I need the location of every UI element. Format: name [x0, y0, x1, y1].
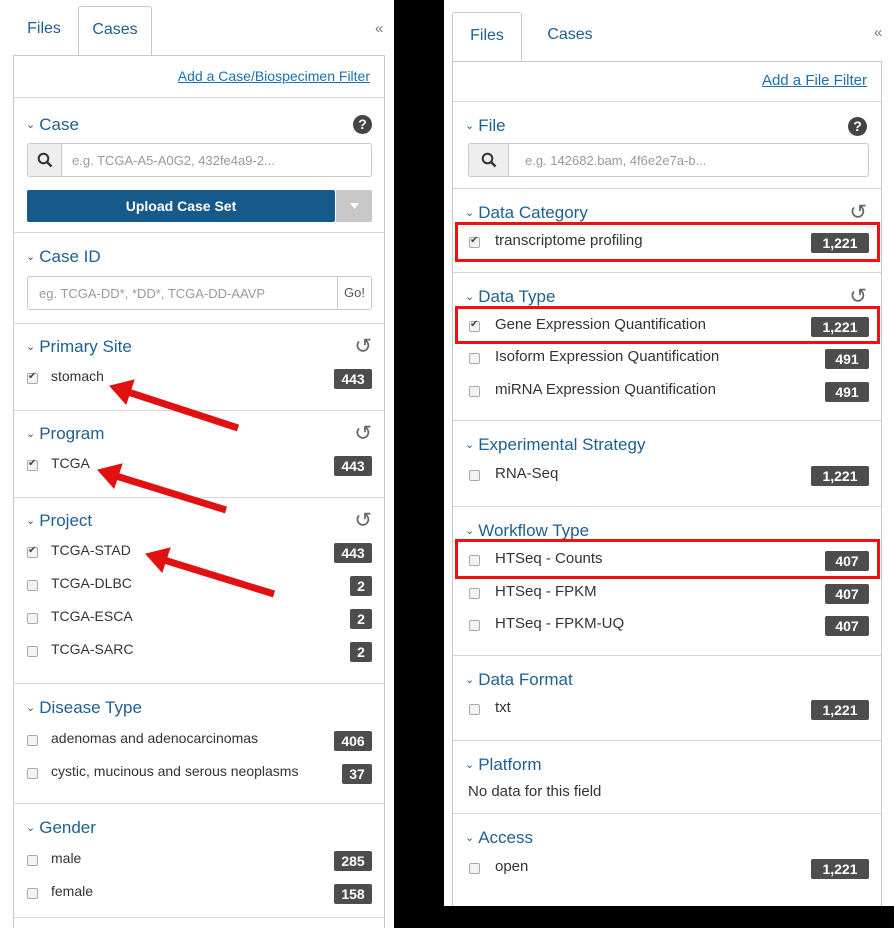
- filter-list: Add a File Filter ⌄ File ? e.g. 142682.ba…: [452, 61, 882, 906]
- checkbox[interactable]: [469, 620, 480, 631]
- list-item[interactable]: RNA-Seq 1,221: [453, 465, 881, 487]
- data-category-section: ⌄Data Category ↺ transcriptome profiling…: [453, 188, 881, 272]
- workflow-type-section: ⌄ Workflow Type HTSeq - Counts 407 HTSeq …: [453, 506, 881, 655]
- checkbox[interactable]: [469, 386, 480, 397]
- list-item[interactable]: HTSeq - FPKM 407: [453, 583, 881, 605]
- checkbox[interactable]: [469, 863, 480, 874]
- count-badge: 491: [825, 349, 869, 369]
- file-section: ⌄ File ? e.g. 142682.bam, 4f6e2e7a-b...: [453, 101, 881, 188]
- count-badge: 407: [825, 551, 869, 571]
- count-badge: 1,221: [811, 233, 869, 253]
- right-filter-panel: Files Cases « Add a File Filter ⌄ File ? …: [444, 0, 894, 928]
- section-toggle-access[interactable]: ⌄ Access: [465, 828, 533, 848]
- section-toggle-data-category[interactable]: ⌄ Data Category: [465, 203, 588, 223]
- count-badge: 1,221: [811, 700, 869, 720]
- list-item[interactable]: txt 1,221: [453, 699, 881, 721]
- left-filter-panel: Files Cases « Add a Case/Biospecimen Fil…: [0, 0, 394, 928]
- experimental-strategy-section: ⌄ Experimental Strategy RNA-Seq 1,221: [453, 420, 881, 506]
- facet-label: Isoform Expression Quantification: [495, 348, 720, 365]
- divider-gap: [394, 0, 444, 928]
- checkbox[interactable]: [469, 319, 480, 332]
- section-toggle-data-format[interactable]: ⌄ Data Format: [465, 670, 573, 690]
- checkbox[interactable]: [469, 555, 480, 566]
- help-icon[interactable]: ?: [848, 117, 867, 136]
- facet-label: RNA-Seq: [495, 465, 559, 482]
- list-item[interactable]: miRNA Expression Quantification 491: [453, 381, 881, 403]
- data-type-section: ⌄Data Type ↺ Gene Expression Quantificat…: [453, 272, 881, 420]
- annotation-arrows: [97, 379, 276, 598]
- facet-label: miRNA Expression Quantification: [495, 381, 716, 398]
- double-chevron-left-icon[interactable]: «: [874, 24, 882, 41]
- facet-label: Gene Expression Quantification: [495, 316, 706, 333]
- empty-message: No data for this field: [468, 783, 602, 800]
- count-badge: 407: [825, 616, 869, 636]
- file-search-placeholder: e.g. 142682.bam, 4f6e2e7a-b...: [525, 153, 707, 168]
- count-badge: 1,221: [811, 466, 869, 486]
- list-item[interactable]: transcriptome profiling 1,221: [453, 232, 881, 254]
- data-format-section: ⌄ Data Format txt 1,221: [453, 655, 881, 740]
- facet-label: HTSeq - FPKM-UQ: [495, 615, 625, 632]
- section-toggle-platform[interactable]: ⌄ Platform: [465, 755, 542, 775]
- checkbox[interactable]: [469, 353, 480, 364]
- section-toggle-file[interactable]: ⌄ File: [465, 116, 506, 136]
- facet-label: open: [495, 858, 529, 875]
- facet-label: txt: [495, 699, 511, 716]
- count-badge: 407: [825, 584, 869, 604]
- add-file-filter-link[interactable]: Add a File Filter: [762, 72, 867, 89]
- search-icon: [469, 144, 509, 176]
- list-item[interactable]: HTSeq - Counts 407: [453, 550, 881, 572]
- count-badge: 1,221: [811, 859, 869, 879]
- panel-bottom-edge: [444, 906, 894, 928]
- file-search-input[interactable]: e.g. 142682.bam, 4f6e2e7a-b...: [468, 143, 869, 177]
- arrow-program: [97, 463, 228, 514]
- arrow-primary-site: [109, 379, 240, 432]
- checkbox[interactable]: [469, 470, 480, 481]
- section-toggle-experimental-strategy[interactable]: ⌄ Experimental Strategy: [465, 435, 645, 455]
- facet-label: HTSeq - Counts: [495, 550, 603, 567]
- list-item[interactable]: Gene Expression Quantification 1,221: [453, 316, 881, 338]
- checkbox[interactable]: [469, 588, 480, 599]
- checkbox[interactable]: [469, 704, 480, 715]
- tab-files[interactable]: Files: [452, 12, 522, 62]
- count-badge: 1,221: [811, 317, 869, 337]
- list-item[interactable]: Isoform Expression Quantification 491: [453, 348, 881, 370]
- arrow-project: [145, 547, 276, 598]
- facet-label: HTSeq - FPKM: [495, 583, 597, 600]
- checkbox[interactable]: [469, 235, 480, 248]
- list-item[interactable]: HTSeq - FPKM-UQ 407: [453, 615, 881, 637]
- facet-label: transcriptome profiling: [495, 232, 643, 249]
- platform-section: ⌄ Platform No data for this field: [453, 740, 881, 813]
- reset-icon[interactable]: ↺: [849, 202, 867, 223]
- tab-cases[interactable]: Cases: [530, 12, 610, 62]
- list-item[interactable]: open 1,221: [453, 858, 881, 880]
- access-section: ⌄ Access open 1,221: [453, 813, 881, 907]
- reset-icon[interactable]: ↺: [849, 286, 867, 307]
- count-badge: 491: [825, 382, 869, 402]
- section-toggle-workflow-type[interactable]: ⌄ Workflow Type: [465, 521, 589, 541]
- section-toggle-data-type[interactable]: ⌄ Data Type: [465, 287, 555, 307]
